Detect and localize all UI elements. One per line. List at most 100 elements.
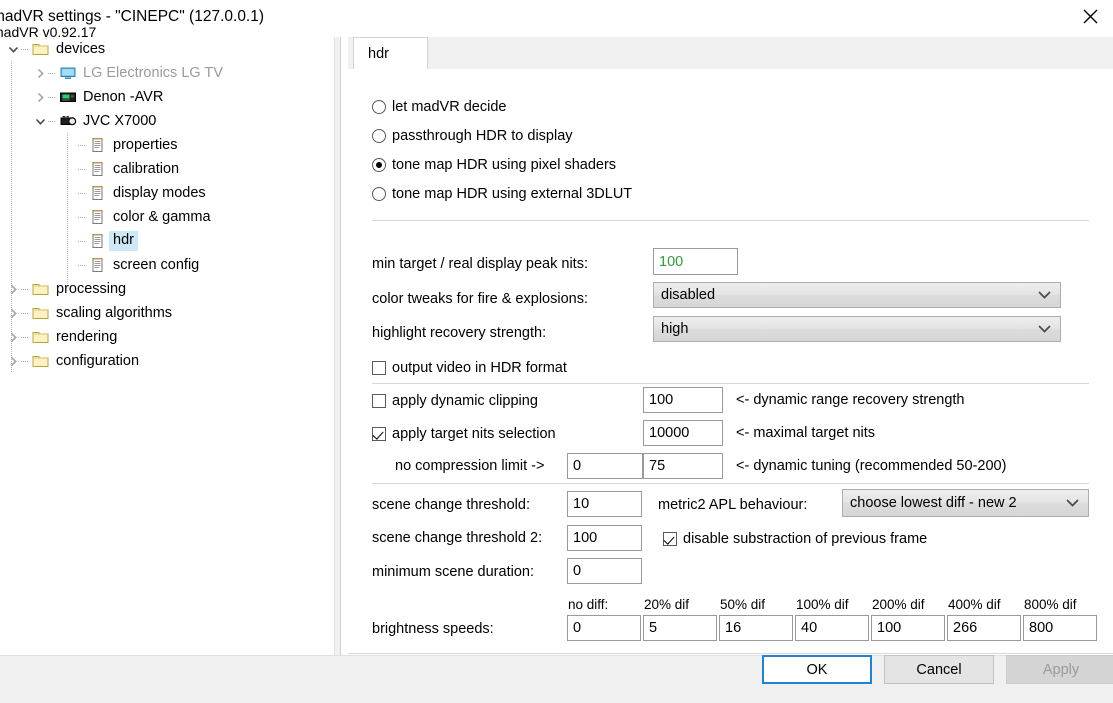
divider-4: [348, 653, 1113, 654]
brightness-speed-header-4: 200% dif: [872, 597, 925, 612]
tree-item-label: devices: [56, 40, 106, 57]
hdr-mode-option-label: let madVR decide: [392, 99, 507, 115]
output-hdr-checkbox-row[interactable]: output video in HDR format: [372, 360, 567, 376]
hdr-mode-option-1[interactable]: passthrough HDR to display: [372, 128, 573, 144]
tree-item-screen-config[interactable]: screen config: [0, 253, 340, 277]
tree-item-hdr[interactable]: hdr: [0, 229, 340, 253]
tree-item-processing[interactable]: processing: [0, 277, 340, 301]
divider-1: [372, 220, 1089, 221]
disable-substraction-checkbox-row[interactable]: disable substraction of previous frame: [663, 531, 927, 547]
settings-tree-panel[interactable]: devices LG Electronics LG TV Denon -AVR JVC…: [0, 37, 341, 655]
tree-item-color-gamma[interactable]: color & gamma: [0, 205, 340, 229]
tv-icon: [58, 61, 78, 85]
tree-item-label: JVC X7000: [83, 112, 157, 129]
metric2-value: choose lowest diff - new 2: [850, 495, 1017, 511]
dynamic-clipping-input[interactable]: 100: [643, 387, 723, 413]
dynamic-clipping-hint: <- dynamic range recovery strength: [736, 392, 965, 408]
page-icon: [88, 181, 108, 205]
target-nits-hint: <- maximal target nits: [736, 425, 876, 441]
chevron-down-icon[interactable]: [33, 109, 48, 133]
chevron-right-icon[interactable]: [6, 349, 21, 373]
target-nits-checkbox[interactable]: [372, 427, 386, 441]
brightness-speed-input-4[interactable]: 100: [871, 615, 945, 641]
dynamic-tuning-input[interactable]: 75: [643, 453, 723, 479]
tree-connector: [78, 253, 88, 277]
tab-hdr[interactable]: hdr: [353, 37, 428, 69]
chevron-right-icon[interactable]: [33, 61, 48, 85]
hdr-mode-option-0[interactable]: let madVR decide: [372, 99, 506, 115]
radio-button[interactable]: [372, 100, 386, 114]
output-hdr-checkbox[interactable]: [372, 361, 386, 375]
chevron-down-icon[interactable]: [6, 37, 21, 61]
cancel-button[interactable]: Cancel: [884, 655, 994, 684]
brightness-speed-input-1[interactable]: 5: [643, 615, 717, 641]
page-icon: [88, 205, 108, 229]
settings-tree[interactable]: devices LG Electronics LG TV Denon -AVR JVC…: [0, 37, 340, 373]
min-target-label: min target / real display peak nits:: [372, 256, 588, 272]
close-icon[interactable]: [1067, 0, 1113, 32]
chevron-right-icon[interactable]: [6, 325, 21, 349]
tree-connector: [48, 85, 58, 109]
brightness-speed-input-5[interactable]: 266: [947, 615, 1021, 641]
tree-scrollbar[interactable]: [334, 37, 340, 655]
scene-change2-input[interactable]: 100: [567, 525, 642, 551]
hdr-mode-option-label: passthrough HDR to display: [392, 128, 573, 144]
highlight-recovery-value: high: [661, 321, 689, 337]
tree-item-label: screen config: [113, 256, 200, 273]
hdr-mode-option-3[interactable]: tone map HDR using external 3DLUT: [372, 186, 632, 202]
chevron-right-icon[interactable]: [33, 85, 48, 109]
no-compression-input[interactable]: 0: [567, 453, 643, 479]
color-tweaks-combo[interactable]: disabled: [653, 282, 1061, 308]
page-icon: [88, 253, 108, 277]
hdr-mode-option-2[interactable]: tone map HDR using pixel shaders: [372, 157, 616, 173]
tree-connector: [78, 181, 88, 205]
min-scene-input[interactable]: 0: [567, 558, 642, 584]
tree-item-display-modes[interactable]: display modes: [0, 181, 340, 205]
disable-substraction-checkbox[interactable]: [663, 532, 677, 546]
tree-connector: [21, 301, 31, 325]
tree-item-configuration[interactable]: configuration: [0, 349, 340, 373]
brightness-speed-header-3: 100% dif: [796, 597, 849, 612]
metric2-combo[interactable]: choose lowest diff - new 2: [842, 489, 1089, 517]
brightness-speed-input-3[interactable]: 40: [795, 615, 869, 641]
color-tweaks-value: disabled: [661, 287, 716, 303]
min-target-input[interactable]: 100: [653, 248, 738, 275]
tree-item-label: configuration: [56, 352, 140, 369]
brightness-speeds-label: brightness speeds:: [372, 621, 494, 637]
hdr-mode-option-label: tone map HDR using pixel shaders: [392, 157, 617, 173]
highlight-recovery-combo[interactable]: high: [653, 316, 1061, 342]
tree-item-properties[interactable]: properties: [0, 133, 340, 157]
target-nits-input[interactable]: 10000: [643, 420, 723, 446]
radio-button[interactable]: [372, 187, 386, 201]
tree-item-denon-avr[interactable]: Denon -AVR: [0, 85, 340, 109]
tree-item-devices[interactable]: devices: [0, 37, 340, 61]
tree-item-lg-electronics-lg-tv[interactable]: LG Electronics LG TV: [0, 61, 340, 85]
brightness-speed-input-0[interactable]: 0: [567, 615, 641, 641]
chevron-right-icon[interactable]: [6, 301, 21, 325]
version-label: madVR v0.92.17: [0, 24, 97, 40]
dynamic-clipping-checkbox[interactable]: [372, 394, 386, 408]
scene-change-input[interactable]: 10: [567, 491, 642, 517]
radio-button[interactable]: [372, 129, 386, 143]
tree-item-rendering[interactable]: rendering: [0, 325, 340, 349]
apply-button[interactable]: Apply: [1006, 655, 1113, 684]
folder-icon: [31, 277, 51, 301]
chevron-right-icon[interactable]: [6, 277, 21, 301]
tree-connector: [78, 205, 88, 229]
dynamic-clipping-checkbox-row[interactable]: apply dynamic clipping: [372, 393, 538, 409]
page-icon: [88, 133, 108, 157]
tree-item-calibration[interactable]: calibration: [0, 157, 340, 181]
ok-button[interactable]: OK: [762, 655, 872, 684]
radio-button[interactable]: [372, 158, 386, 172]
brightness-speed-input-2[interactable]: 16: [719, 615, 793, 641]
dynamic-clipping-label: apply dynamic clipping: [392, 393, 538, 409]
tree-connector: [78, 133, 88, 157]
target-nits-checkbox-row[interactable]: apply target nits selection: [372, 426, 556, 442]
tree-item-jvc-x7000[interactable]: JVC X7000: [0, 109, 340, 133]
brightness-speed-input-6[interactable]: 800: [1023, 615, 1097, 641]
tree-item-scaling-algorithms[interactable]: scaling algorithms: [0, 301, 340, 325]
scene-change2-label: scene change threshold 2:: [372, 530, 543, 546]
